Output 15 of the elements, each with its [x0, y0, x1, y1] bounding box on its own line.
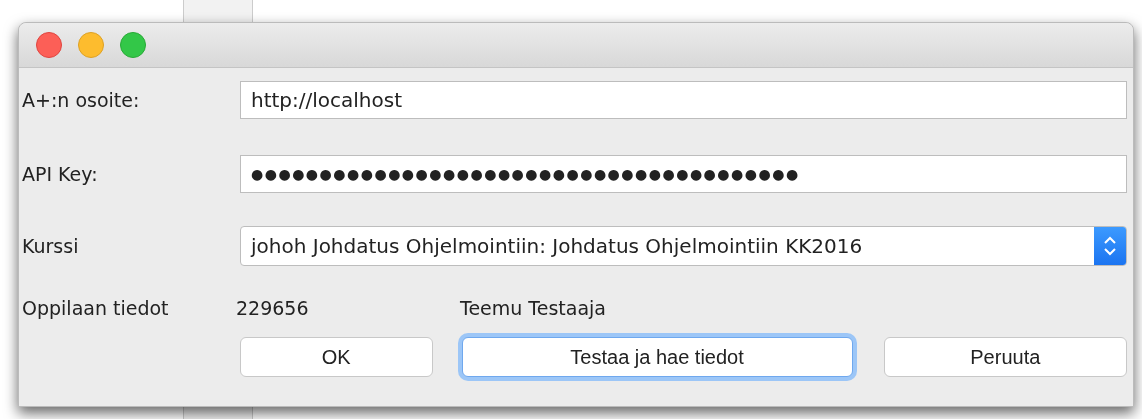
zoom-button[interactable] [120, 32, 146, 58]
field-label: Kurssi [22, 235, 80, 257]
field-label: A+:n osoite: [22, 89, 141, 111]
student-id: 229656 [236, 297, 310, 319]
dialog-button[interactable]: OK [240, 337, 433, 377]
minimize-button[interactable] [78, 32, 104, 58]
close-button[interactable] [36, 32, 62, 58]
chevron-updown-icon [1094, 227, 1126, 265]
api-key-field[interactable]: ●●●●●●●●●●●●●●●●●●●●●●●●●●●●●●●●●●●●●●●● [240, 155, 1127, 193]
course-dropdown[interactable]: johoh Johdatus Ohjelmointiin: Johdatus Ohjelmointiin KK2016 [240, 226, 1127, 266]
field-label: API Key: [22, 163, 99, 185]
address-field[interactable]: http://localhost [240, 81, 1127, 119]
dialog-button[interactable]: Peruuta [883, 337, 1127, 377]
student-label: Oppilaan tiedot [22, 297, 170, 319]
student-name: Teemu Testaaja [460, 297, 607, 319]
